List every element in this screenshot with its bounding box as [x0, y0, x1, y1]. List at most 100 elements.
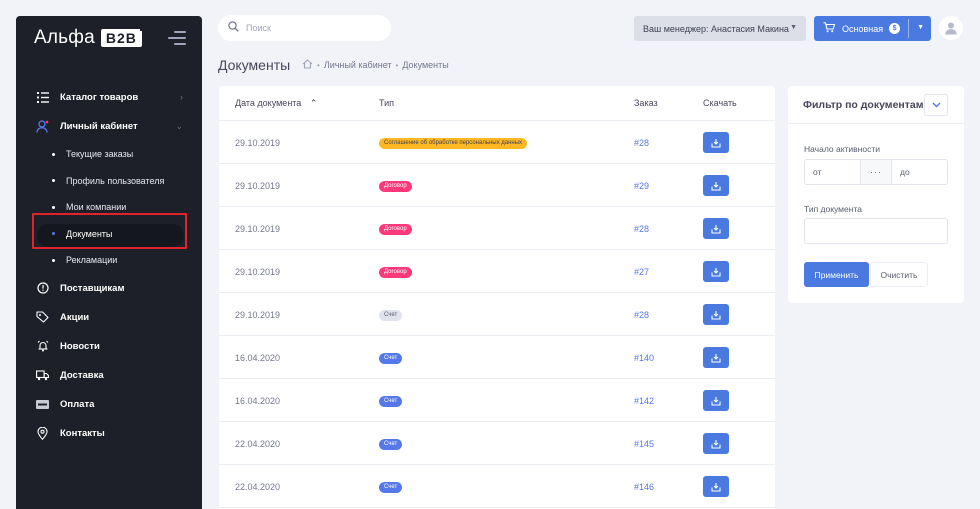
download-button[interactable]: [703, 175, 729, 196]
user-avatar-icon: [945, 22, 957, 35]
document-type-cell: Договор: [379, 265, 412, 278]
order-link[interactable]: #29: [634, 181, 649, 191]
chevron-right-icon: ›: [180, 92, 183, 102]
menu-toggle-icon[interactable]: [168, 31, 186, 45]
document-type-badge: Соглашение об обработке персональных дан…: [379, 138, 528, 149]
sidebar-item-payment[interactable]: Оплата: [16, 390, 202, 419]
bullet: [52, 152, 55, 156]
submenu-item-label: Мои компании: [66, 202, 127, 213]
document-date: 29.10.2019: [235, 267, 281, 277]
download-button[interactable]: [703, 347, 729, 368]
document-type-cell: Счет: [379, 308, 403, 321]
chevron-down-icon[interactable]: ▼: [917, 24, 924, 31]
document-type-badge: Договор: [379, 181, 412, 192]
download-button[interactable]: [703, 132, 729, 153]
document-type-cell: Счет: [379, 351, 403, 364]
sidebar-item-label: Контакты: [60, 427, 105, 439]
document-date: 16.04.2020: [235, 353, 281, 363]
download-icon: [711, 396, 721, 406]
download-button[interactable]: [703, 218, 729, 239]
download-button[interactable]: [703, 433, 729, 454]
bullet: [52, 258, 55, 262]
location-pin-icon: [36, 426, 49, 440]
user-icon: [36, 120, 49, 133]
document-date: 29.10.2019: [235, 310, 281, 320]
sidebar-item-suppliers[interactable]: Поставщикам: [16, 274, 202, 303]
submenu-item-my-companies[interactable]: Мои компании: [16, 194, 202, 221]
document-date: 16.04.2020: [235, 396, 281, 406]
download-icon: [711, 310, 721, 320]
breadcrumb-separator: •: [395, 60, 399, 70]
date-from-input[interactable]: [804, 159, 861, 185]
chevron-down-icon: ⌄: [175, 121, 183, 131]
download-icon: [711, 482, 721, 492]
cart-currency-badge: $: [889, 23, 901, 34]
avatar[interactable]: [939, 16, 963, 40]
table-row: 29.10.2019 Счет #28: [219, 293, 775, 336]
submenu-item-current-orders[interactable]: Текущие заказы: [16, 141, 202, 168]
submenu-item-user-profile[interactable]: Профиль пользователя: [16, 168, 202, 195]
table-body: 29.10.2019 Соглашение об обработке персо…: [219, 121, 775, 508]
cart-button[interactable]: Основная $ ▼: [814, 16, 931, 41]
breadcrumb: • Личный кабинет • Документы: [302, 59, 449, 71]
download-icon: [711, 224, 721, 234]
date-to-input[interactable]: [891, 159, 948, 185]
order-link[interactable]: #142: [634, 396, 654, 406]
table-row: 29.10.2019 Договор #28: [219, 207, 775, 250]
sidebar-item-catalog[interactable]: Каталог товаров ›: [16, 83, 202, 112]
order-link[interactable]: #28: [634, 224, 649, 234]
document-type-label: Тип документа: [804, 204, 862, 214]
filter-collapse-button[interactable]: [924, 94, 948, 116]
document-type-badge: Счет: [379, 310, 403, 321]
document-date: 29.10.2019: [235, 224, 281, 234]
range-separator: ···: [861, 159, 891, 185]
submenu-item-label: Текущие заказы: [66, 149, 134, 160]
sidebar-item-account[interactable]: Личный кабинет ⌄: [16, 112, 202, 141]
column-header-date[interactable]: Дата документа ⌃: [235, 98, 317, 109]
search-input[interactable]: [246, 23, 376, 33]
breadcrumb-item-account[interactable]: Личный кабинет: [324, 60, 392, 70]
filter-title: Фильтр по документам: [803, 99, 924, 111]
sidebar-item-delivery[interactable]: Доставка: [16, 361, 202, 390]
order-link[interactable]: #146: [634, 482, 654, 492]
button-divider: [908, 19, 909, 38]
download-button[interactable]: [703, 304, 729, 325]
table-row: 29.10.2019 Соглашение об обработке персо…: [219, 121, 775, 164]
document-date: 29.10.2019: [235, 138, 281, 148]
download-button[interactable]: [703, 261, 729, 282]
bell-icon: [36, 340, 49, 353]
order-link[interactable]: #27: [634, 267, 649, 277]
document-type-cell: Счет: [379, 480, 403, 493]
manager-dropdown[interactable]: Ваш менеджер: Анастасия Макина ▼: [634, 16, 806, 41]
submenu-item-claims[interactable]: Рекламации: [16, 247, 202, 274]
order-link[interactable]: #140: [634, 353, 654, 363]
submenu-item-documents[interactable]: Документы: [16, 221, 202, 247]
order-link[interactable]: #28: [634, 310, 649, 320]
brand: Альфа B2B: [16, 16, 202, 60]
sidebar-item-label: Личный кабинет: [60, 121, 138, 132]
document-type-cell: Счет: [379, 437, 403, 450]
bullet: [52, 179, 55, 183]
home-icon[interactable]: [302, 59, 313, 71]
breadcrumb-item-documents[interactable]: Документы: [402, 60, 448, 70]
download-button[interactable]: [703, 476, 729, 497]
column-header-order: Заказ: [634, 98, 658, 108]
download-icon: [711, 267, 721, 277]
column-header-label: Дата документа: [235, 98, 302, 108]
sidebar-item-contacts[interactable]: Контакты: [16, 419, 202, 448]
document-date: 22.04.2020: [235, 482, 281, 492]
table-row: 16.04.2020 Счет #140: [219, 336, 775, 379]
document-type-badge: Договор: [379, 224, 412, 235]
download-button[interactable]: [703, 390, 729, 411]
sidebar-item-promotions[interactable]: Акции: [16, 303, 202, 332]
sidebar-item-label: Новости: [60, 340, 100, 352]
clear-button[interactable]: Очистить: [870, 262, 928, 287]
document-type-badge: Договор: [379, 267, 412, 278]
apply-button[interactable]: Применить: [804, 262, 869, 287]
order-link[interactable]: #28: [634, 138, 649, 148]
sidebar-item-news[interactable]: Новости: [16, 332, 202, 361]
document-type-input[interactable]: [804, 218, 948, 244]
order-link[interactable]: #145: [634, 439, 654, 449]
table-row: 22.04.2020 Счет #145: [219, 422, 775, 465]
document-type-cell: Договор: [379, 222, 412, 235]
